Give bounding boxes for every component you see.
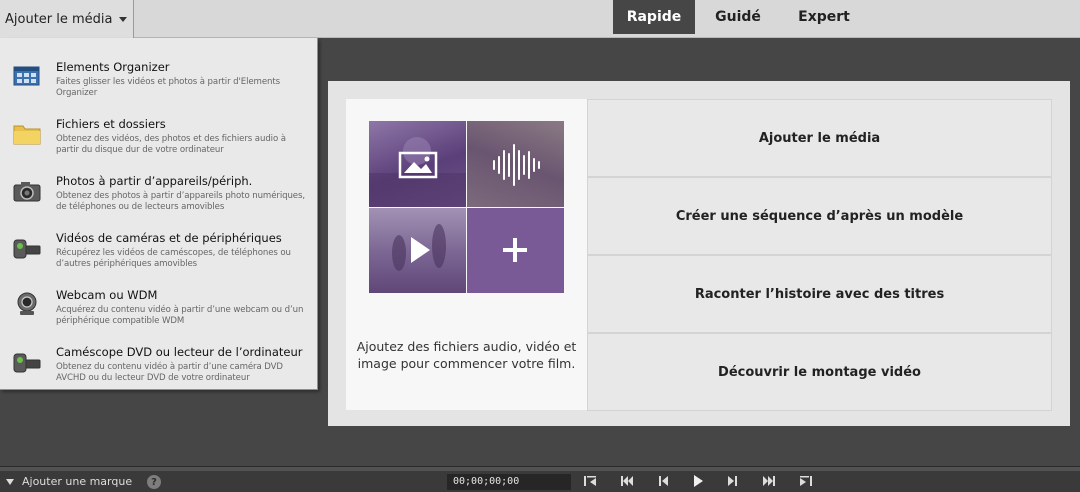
menu-item-files-folders[interactable]: Fichiers et dossiers Obtenez des vidéos,… xyxy=(0,101,318,157)
tab-guide[interactable]: Guidé xyxy=(695,0,781,34)
chevron-down-icon xyxy=(118,17,127,22)
timecode-display: 00;00;00;00 xyxy=(447,474,571,490)
webcam-icon xyxy=(17,292,37,315)
option-create-sequence[interactable]: Créer une séquence d’après un modèle xyxy=(587,177,1052,255)
option-label: Raconter l’histoire avec des titres xyxy=(694,286,945,302)
menu-item-description: Faites glisser les vidéos et photos à pa… xyxy=(56,77,281,99)
menu-item-title: Webcam ou WDM xyxy=(56,288,158,302)
help-icon[interactable]: ? xyxy=(147,475,161,489)
add-tile[interactable] xyxy=(467,208,564,293)
video-tile xyxy=(369,208,466,293)
menu-item-photos-devices[interactable]: Photos à partir d’appareils/périph. Obte… xyxy=(0,158,318,214)
menu-item-description: Obtenez des photos à partir d’appareils … xyxy=(56,191,306,213)
dvd-camcorder-icon xyxy=(13,353,41,373)
menu-item-elements-organizer[interactable]: Elements Organizer Faites glisser les vi… xyxy=(0,44,318,100)
step-forward-icon[interactable] xyxy=(726,475,740,487)
bottom-toolbar: Ajouter une marque ? 00;00;00;00 xyxy=(0,466,1080,492)
camera-icon xyxy=(13,182,41,202)
menu-item-title: Caméscope DVD ou lecteur de l’ordinateur xyxy=(56,345,303,359)
photo-tile xyxy=(369,121,466,207)
add-media-dropdown-button[interactable]: Ajouter le média xyxy=(0,0,134,38)
option-add-media[interactable]: Ajouter le média xyxy=(587,99,1052,177)
menu-item-title: Elements Organizer xyxy=(56,60,170,74)
option-label: Créer une séquence d’après un modèle xyxy=(675,208,964,224)
play-button-icon[interactable] xyxy=(691,475,705,487)
add-marker-button[interactable]: Ajouter une marque xyxy=(6,475,132,488)
caret-down-icon xyxy=(6,478,14,485)
plus-icon xyxy=(503,238,527,262)
add-marker-label: Ajouter une marque xyxy=(22,475,133,488)
camcorder-icon xyxy=(13,239,41,259)
option-tell-story-titles[interactable]: Raconter l’histoire avec des titres xyxy=(587,255,1052,333)
menu-item-description: Obtenez des vidéos, des photos et des fi… xyxy=(56,134,286,156)
intro-text: Ajoutez des fichiers audio, vidéo et ima… xyxy=(356,339,577,371)
audio-waveform-icon xyxy=(493,144,540,186)
folder-icon xyxy=(13,125,41,145)
option-label: Découvrir le montage vidéo xyxy=(718,364,921,380)
menu-item-camera-videos[interactable]: Vidéos de caméras et de périphériques Ré… xyxy=(0,215,318,271)
go-to-end-icon[interactable] xyxy=(799,475,813,487)
tab-expert[interactable]: Expert xyxy=(781,0,867,34)
next-clip-icon[interactable] xyxy=(762,475,776,487)
menu-item-title: Photos à partir d’appareils/périph. xyxy=(56,174,253,188)
audio-tile xyxy=(467,121,564,207)
menu-item-description: Obtenez du contenu vidéo à partir d’une … xyxy=(56,362,283,384)
image-icon xyxy=(369,137,466,207)
menu-item-webcam[interactable]: Webcam ou WDM Acquérez du contenu vidéo … xyxy=(0,272,318,328)
menu-item-dvd-camcorder[interactable]: Caméscope DVD ou lecteur de l’ordinateur… xyxy=(0,329,318,385)
mode-tabs: Rapide Guidé Expert xyxy=(613,0,867,34)
step-back-icon[interactable] xyxy=(656,475,670,487)
quick-options-list: Ajouter le média Créer une séquence d’ap… xyxy=(587,99,1052,411)
go-to-start-icon[interactable] xyxy=(583,475,597,487)
option-discover-editing[interactable]: Découvrir le montage vidéo xyxy=(587,333,1052,411)
menu-item-title: Fichiers et dossiers xyxy=(56,117,166,131)
menu-item-title: Vidéos de caméras et de périphériques xyxy=(56,231,282,245)
menu-item-description: Récupérez les vidéos de caméscopes, de t… xyxy=(56,248,291,270)
tab-rapide[interactable]: Rapide xyxy=(613,0,695,34)
option-label: Ajouter le média xyxy=(758,130,881,146)
add-media-menu: Elements Organizer Faites glisser les vi… xyxy=(0,38,318,390)
organizer-icon xyxy=(13,66,40,86)
timeline-resize-handle[interactable] xyxy=(0,467,1080,471)
play-icon xyxy=(392,224,446,271)
add-media-label: Ajouter le média xyxy=(5,11,113,27)
top-bar: Ajouter le média Rapide Guidé Expert xyxy=(0,0,1080,38)
menu-item-description: Acquérez du contenu vidéo à partir d’une… xyxy=(56,305,304,327)
previous-clip-icon[interactable] xyxy=(620,475,634,487)
media-collage xyxy=(369,121,564,293)
